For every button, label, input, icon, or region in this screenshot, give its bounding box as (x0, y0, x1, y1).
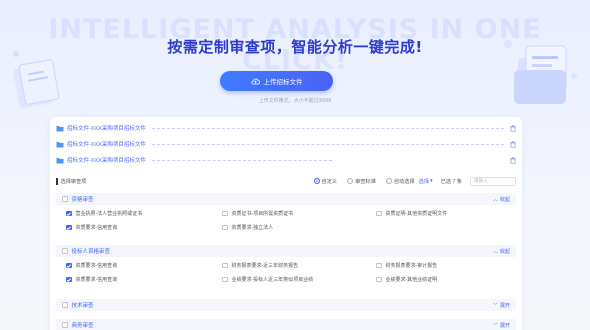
check-item[interactable]: 业绩要求-其他业绩证明 (376, 276, 437, 283)
page-title: 按需定制审查项，智能分析一键完成! (167, 38, 423, 56)
file-name[interactable]: 招标文件-XXX采购项目招标文件 (67, 156, 146, 164)
checkbox[interactable] (66, 276, 72, 283)
file-path-placeholder (151, 159, 332, 161)
radio-standard[interactable]: 审查标准 (347, 178, 376, 185)
collapse-toggle[interactable]: ︿ 收起 (493, 248, 510, 255)
checkbox[interactable] (66, 210, 72, 217)
check-item[interactable]: 财务报表要求-审计报告 (376, 262, 437, 269)
section-header[interactable]: 资格审查 ︿ 收起 (56, 193, 516, 205)
chevron-up-icon: ︿ (492, 248, 498, 255)
check-item[interactable]: 业绩要求-投标人近三年类似项目业绩 (222, 276, 313, 283)
section-marker (56, 177, 58, 185)
file-row[interactable]: 招标文件-XXX采购项目招标文件 (56, 121, 516, 135)
checkbox[interactable] (66, 262, 72, 269)
checkbox[interactable] (66, 224, 72, 231)
check-item[interactable]: 资质要求-独立法人 (222, 224, 273, 231)
search-input[interactable]: 请输入 (470, 176, 516, 186)
cloud-upload-icon (251, 78, 260, 84)
file-row[interactable]: 招标文件-XXX采购项目招标文件 (56, 137, 516, 151)
section-header[interactable]: 投标人资格审查 ︿ 收起 (56, 245, 516, 257)
check-item[interactable]: 资质证书-项目所需资质证书 (222, 210, 293, 217)
checkbox[interactable] (376, 276, 382, 283)
section-title: 商务审查 (71, 323, 94, 329)
folder-icon (56, 125, 64, 131)
folder-icon (56, 141, 64, 147)
file-row[interactable]: 招标文件-XXX采购项目招标文件 (56, 153, 516, 167)
select-dropdown[interactable]: 选择 ▾ (419, 178, 433, 185)
delete-icon[interactable] (510, 140, 516, 148)
check-item[interactable]: 资质要求-信用查询 (66, 224, 117, 231)
toolbar-label: 选择审查项 (60, 178, 87, 185)
check-item[interactable]: 财务报表要求-近三年财务报告 (222, 262, 298, 269)
file-name[interactable]: 招标文件-XXX采购项目招标文件 (67, 124, 146, 132)
section-title: 投标人资格审查 (71, 249, 111, 255)
section-checkbox[interactable] (62, 322, 68, 328)
check-item[interactable]: 资质要求-信用查询 (66, 276, 117, 283)
section-header[interactable]: 商务审查 ﹀ 展开 (56, 319, 516, 330)
section-checkbox[interactable] (62, 302, 68, 308)
file-path-placeholder (151, 127, 504, 129)
folder-icon (56, 157, 64, 163)
radio-auto[interactable]: 自动选择 (385, 178, 415, 185)
chevron-down-icon: ▾ (430, 178, 433, 184)
collapse-toggle[interactable]: ︿ 收起 (493, 196, 510, 203)
check-item[interactable]: 资质证明-其他资质证明文件 (376, 210, 447, 217)
expand-toggle[interactable]: ﹀ 展开 (493, 302, 510, 309)
section-qualification: 资格审查 ︿ 收起 营业执照-法人营业执照或证书 资质证书-项目所需资质证书 资质… (56, 193, 516, 239)
check-item[interactable]: 资质要求-信用查询 (66, 262, 117, 269)
delete-icon[interactable] (510, 124, 516, 132)
section-checkbox[interactable] (62, 196, 68, 202)
radio-custom[interactable]: 自定义 (313, 178, 337, 185)
upload-button[interactable]: 上传招标文件 (220, 71, 333, 91)
selected-count: 已选 7 条 (440, 178, 462, 185)
checkbox[interactable] (376, 210, 382, 217)
file-name[interactable]: 招标文件-XXX采购项目招标文件 (67, 140, 146, 148)
checkbox[interactable] (222, 224, 228, 231)
section-header[interactable]: 技术审查 ﹀ 展开 (56, 299, 516, 311)
section-commercial: 商务审查 ﹀ 展开 (56, 319, 516, 330)
review-panel: 招标文件-XXX采购项目招标文件 招标文件-XXX采购项目招标文件 招标文件-X… (50, 117, 522, 330)
checkbox[interactable] (376, 262, 382, 269)
delete-icon[interactable] (510, 156, 516, 164)
section-checkbox[interactable] (62, 248, 68, 254)
file-path-placeholder (151, 143, 504, 145)
section-bidder-qualification: 投标人资格审查 ︿ 收起 资质要求-信用查询 财务报表要求-近三年财务报告 财务报… (56, 245, 516, 291)
checkbox[interactable] (222, 276, 228, 283)
chevron-down-icon: ﹀ (492, 302, 498, 309)
section-title: 技术审查 (71, 303, 94, 309)
section-title: 资格审查 (71, 197, 94, 203)
checkbox[interactable] (222, 210, 228, 217)
review-toolbar: 选择审查项 自定义 审查标准 自动选择 选择 ▾ 已选 7 条 请输入 (56, 174, 516, 188)
chevron-down-icon: ﹀ (492, 322, 498, 329)
check-item[interactable]: 营业执照-法人营业执照或证书 (66, 210, 142, 217)
chevron-up-icon: ︿ (492, 196, 498, 203)
upload-button-label: 上传招标文件 (263, 79, 303, 86)
checkbox[interactable] (222, 262, 228, 269)
section-technical: 技术审查 ﹀ 展开 (56, 299, 516, 311)
upload-hint: 上传文件格式，大小不超过300M (258, 98, 332, 104)
expand-toggle[interactable]: ﹀ 展开 (493, 322, 510, 329)
